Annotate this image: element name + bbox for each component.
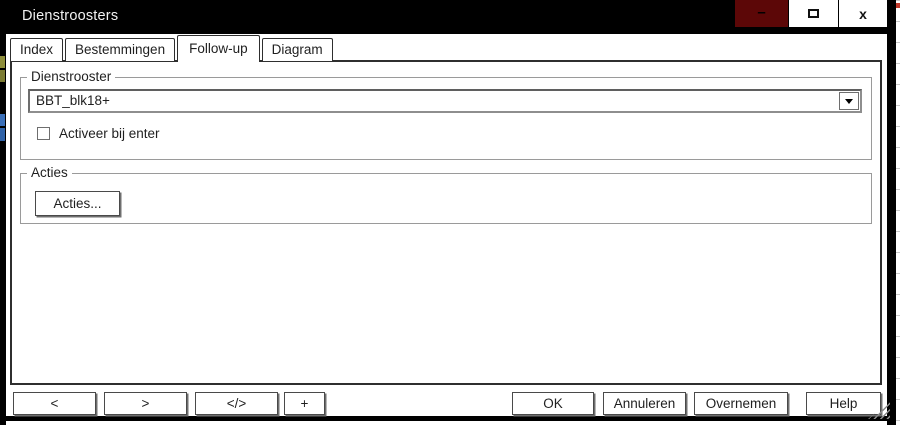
window-title: Dienstroosters <box>22 8 119 24</box>
minimize-icon: – <box>757 4 766 21</box>
ruler-marker <box>896 3 900 8</box>
nav-next-button[interactable]: > <box>104 392 187 415</box>
minimize-button[interactable]: – <box>735 0 788 27</box>
acties-group-label: Acties <box>27 165 72 180</box>
screen: Dienstroosters – x Index Bestemmingen Fo… <box>0 0 900 425</box>
activeer-checkbox[interactable] <box>37 127 50 140</box>
acties-button[interactable]: Acties... <box>35 191 120 216</box>
caption-buttons: – x <box>735 0 887 27</box>
desktop-icon-fragment <box>0 56 5 68</box>
tab-diagram[interactable]: Diagram <box>261 38 333 61</box>
close-button[interactable]: x <box>838 0 887 27</box>
background-ruler-strip <box>896 0 900 425</box>
close-icon: x <box>859 5 867 22</box>
nav-prev-next-button[interactable]: </> <box>195 392 278 415</box>
nav-previous-button[interactable]: < <box>13 392 96 415</box>
desktop-icon-fragment <box>0 114 5 126</box>
overnemen-button[interactable]: Overnemen <box>694 392 788 415</box>
activeer-checkbox-row[interactable]: Activeer bij enter <box>37 126 160 141</box>
tab-page-follow-up: Dienstrooster BBT_blk18+ Activeer bij en… <box>10 60 882 385</box>
dienstrooster-group-label: Dienstrooster <box>27 69 116 84</box>
background-right-strip <box>887 0 896 425</box>
tab-follow-up[interactable]: Follow-up <box>177 35 260 62</box>
help-button[interactable]: Help <box>806 392 881 415</box>
desktop-icon-fragment <box>0 128 5 141</box>
dienstrooster-group: Dienstrooster BBT_blk18+ Activeer bij en… <box>20 69 872 160</box>
chevron-down-icon <box>845 98 853 104</box>
acties-group: Acties Acties... <box>20 165 872 224</box>
maximize-button[interactable] <box>788 0 838 27</box>
dienstroosters-dialog: Dienstroosters – x Index Bestemmingen Fo… <box>6 0 890 421</box>
dienstrooster-combobox[interactable]: BBT_blk18+ <box>28 89 862 113</box>
combobox-dropdown-button[interactable] <box>839 92 859 110</box>
maximize-icon <box>808 9 819 18</box>
titlebar[interactable]: Dienstroosters – x <box>6 0 887 34</box>
activeer-checkbox-label: Activeer bij enter <box>59 126 160 141</box>
tab-bestemmingen[interactable]: Bestemmingen <box>65 38 176 61</box>
nav-add-button[interactable]: + <box>284 392 325 415</box>
ok-button[interactable]: OK <box>512 392 594 415</box>
annuleren-button[interactable]: Annuleren <box>603 392 686 415</box>
desktop-icon-fragment <box>0 70 5 82</box>
tab-strip: Index Bestemmingen Follow-up Diagram <box>10 34 335 62</box>
tab-index[interactable]: Index <box>10 38 64 61</box>
combobox-value: BBT_blk18+ <box>36 93 110 108</box>
